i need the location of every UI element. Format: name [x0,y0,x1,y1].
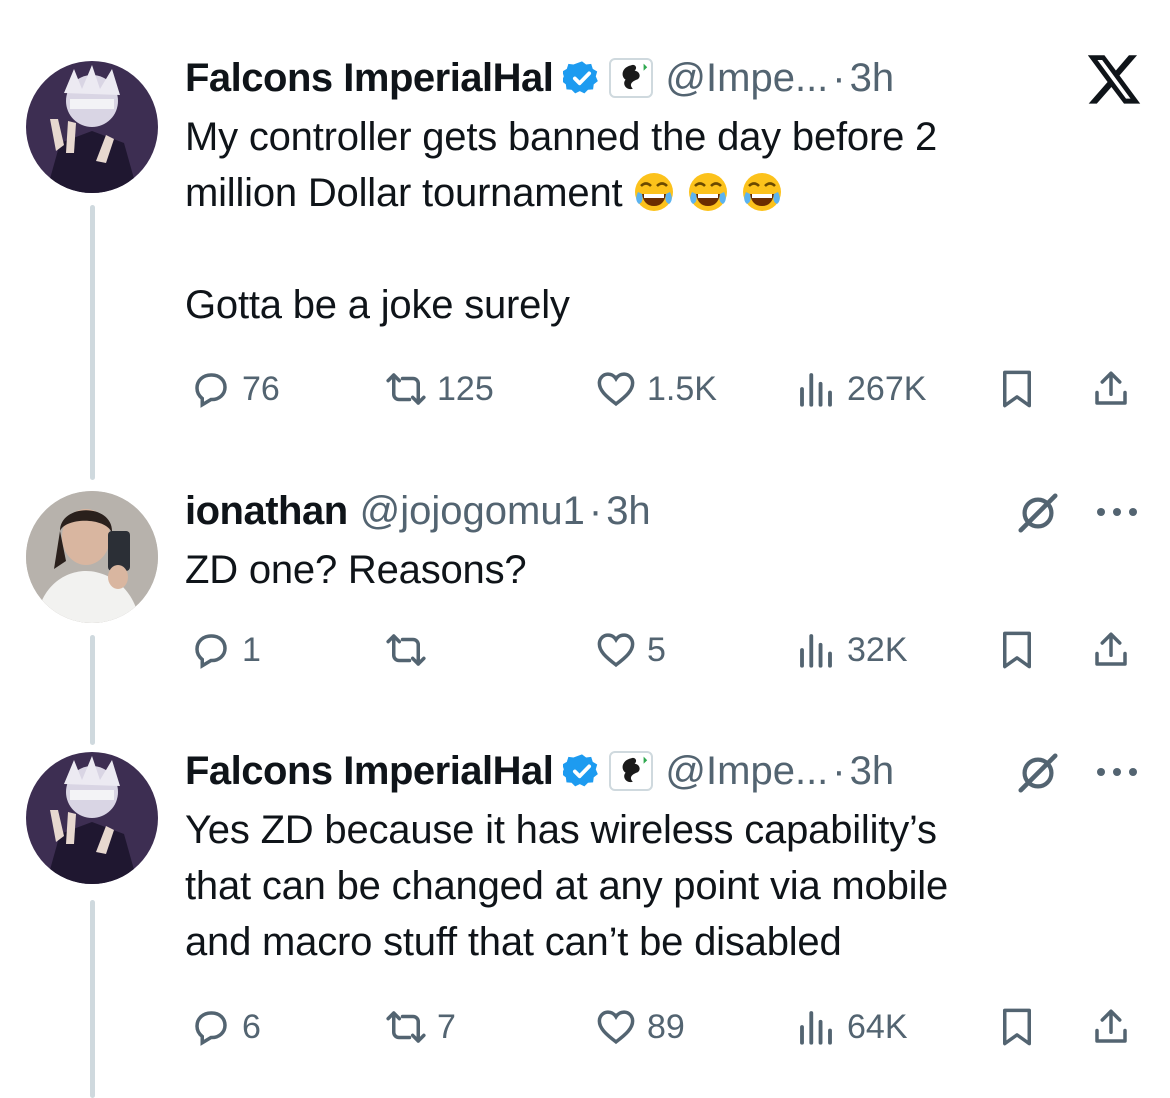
avatar[interactable] [26,752,158,884]
separator-dot: · [588,489,603,533]
reply-button[interactable]: 76 [190,368,280,410]
bookmark-icon [1003,631,1031,669]
tweet-line-text: million Dollar tournament [185,171,623,215]
heart-icon [597,1010,635,1045]
separator-dot: · [832,749,846,793]
like-button[interactable]: 89 [595,1006,685,1048]
repost-icon [386,1011,426,1043]
affiliate-badge-icon[interactable] [609,751,654,791]
reply-button[interactable]: 1 [190,629,261,671]
handle[interactable]: @Impe... [665,55,828,101]
separator-dot: · [832,56,846,100]
tweet[interactable]: ionathan @jojogomu1 · 3h ZD one? Reasons… [0,488,1170,688]
repost-count: 7 [437,1007,456,1046]
views-button[interactable]: 267K [795,368,926,410]
tweet[interactable]: Falcons ImperialHal @Impe... · 3h My con… [0,55,1170,435]
grok-icon[interactable] [1015,750,1061,796]
reply-count: 1 [242,630,261,669]
like-button[interactable]: 1.5K [595,368,717,410]
view-count: 267K [847,369,927,408]
like-count: 5 [647,630,666,669]
views-icon [800,634,832,668]
reply-button[interactable]: 6 [190,1006,261,1048]
repost-button[interactable]: 7 [385,1006,456,1048]
repost-icon [386,634,426,666]
like-count: 1.5K [647,369,717,408]
repost-count: 125 [437,369,494,408]
bookmark-icon [1003,1008,1031,1046]
verified-badge-icon[interactable] [562,752,601,790]
tweet-line: ZD one? Reasons? [185,548,527,592]
tweet-text: My controller gets banned the day before… [185,109,1150,333]
tweet-line: Gotta be a joke surely [185,283,570,327]
view-count: 64K [847,1007,908,1046]
timestamp[interactable]: 3h [850,55,895,101]
tweet-line: Yes ZD because it has wireless capabilit… [185,808,937,852]
views-icon [800,373,832,407]
repost-button[interactable]: 125 [385,368,494,410]
verified-badge-icon[interactable] [562,59,601,97]
display-name[interactable]: Falcons ImperialHal [185,748,554,794]
tweet-line: that can be changed at any point via mob… [185,864,949,908]
tweet-line [185,221,1150,277]
tweet-line: My controller gets banned the day before… [185,115,938,159]
display-name[interactable]: ionathan [185,488,348,534]
handle[interactable]: @jojogomu1 [360,488,585,534]
heart-icon [597,633,635,668]
share-button[interactable] [1090,1006,1132,1048]
tweet-line: and macro stuff that can’t be disabled [185,920,842,964]
reply-count: 6 [242,1007,261,1046]
action-bar: 76 125 1.5K 267K [0,368,1170,412]
like-button[interactable]: 5 [595,629,666,671]
like-count: 89 [647,1007,685,1046]
display-name[interactable]: Falcons ImperialHal [185,55,554,101]
view-count: 32K [847,630,908,669]
repost-button[interactable] [385,629,437,671]
share-button[interactable] [1090,629,1132,671]
tweet-line: million Dollar tournament [185,165,1150,221]
affiliate-badge-icon[interactable] [609,58,654,98]
more-options-icon[interactable] [1094,762,1140,782]
face-with-tears-of-joy-icon [740,170,784,214]
face-with-tears-of-joy-icon [686,170,730,214]
reply-icon [195,373,227,408]
timestamp[interactable]: 3h [850,748,895,794]
heart-icon [597,372,635,407]
reply-count: 76 [242,369,280,408]
share-icon [1095,371,1127,405]
share-icon [1095,1009,1127,1043]
views-button[interactable]: 64K [795,1006,908,1048]
repost-icon [386,373,426,405]
views-icon [800,1011,832,1045]
avatar[interactable] [26,491,158,623]
timestamp[interactable]: 3h [606,488,651,534]
reply-icon [195,634,227,669]
face-with-tears-of-joy-icon [632,170,676,214]
bookmark-icon [1003,370,1031,408]
action-bar: 1 5 32K [0,629,1170,673]
more-options-icon[interactable] [1094,502,1140,522]
share-button[interactable] [1090,368,1132,410]
avatar[interactable] [26,61,158,193]
views-button[interactable]: 32K [795,629,908,671]
action-bar: 6 7 89 64K [0,1006,1170,1050]
reply-icon [195,1011,227,1046]
bookmark-button[interactable] [996,629,1038,671]
tweet-text: Yes ZD because it has wireless capabilit… [185,802,1150,970]
handle[interactable]: @Impe... [665,748,828,794]
tweet[interactable]: Falcons ImperialHal @Impe... · 3h Yes ZD… [0,748,1170,1088]
grok-icon[interactable] [1015,490,1061,536]
tweet-text: ZD one? Reasons? [185,542,1150,598]
bookmark-button[interactable] [996,1006,1038,1048]
share-icon [1095,632,1127,666]
bookmark-button[interactable] [996,368,1038,410]
